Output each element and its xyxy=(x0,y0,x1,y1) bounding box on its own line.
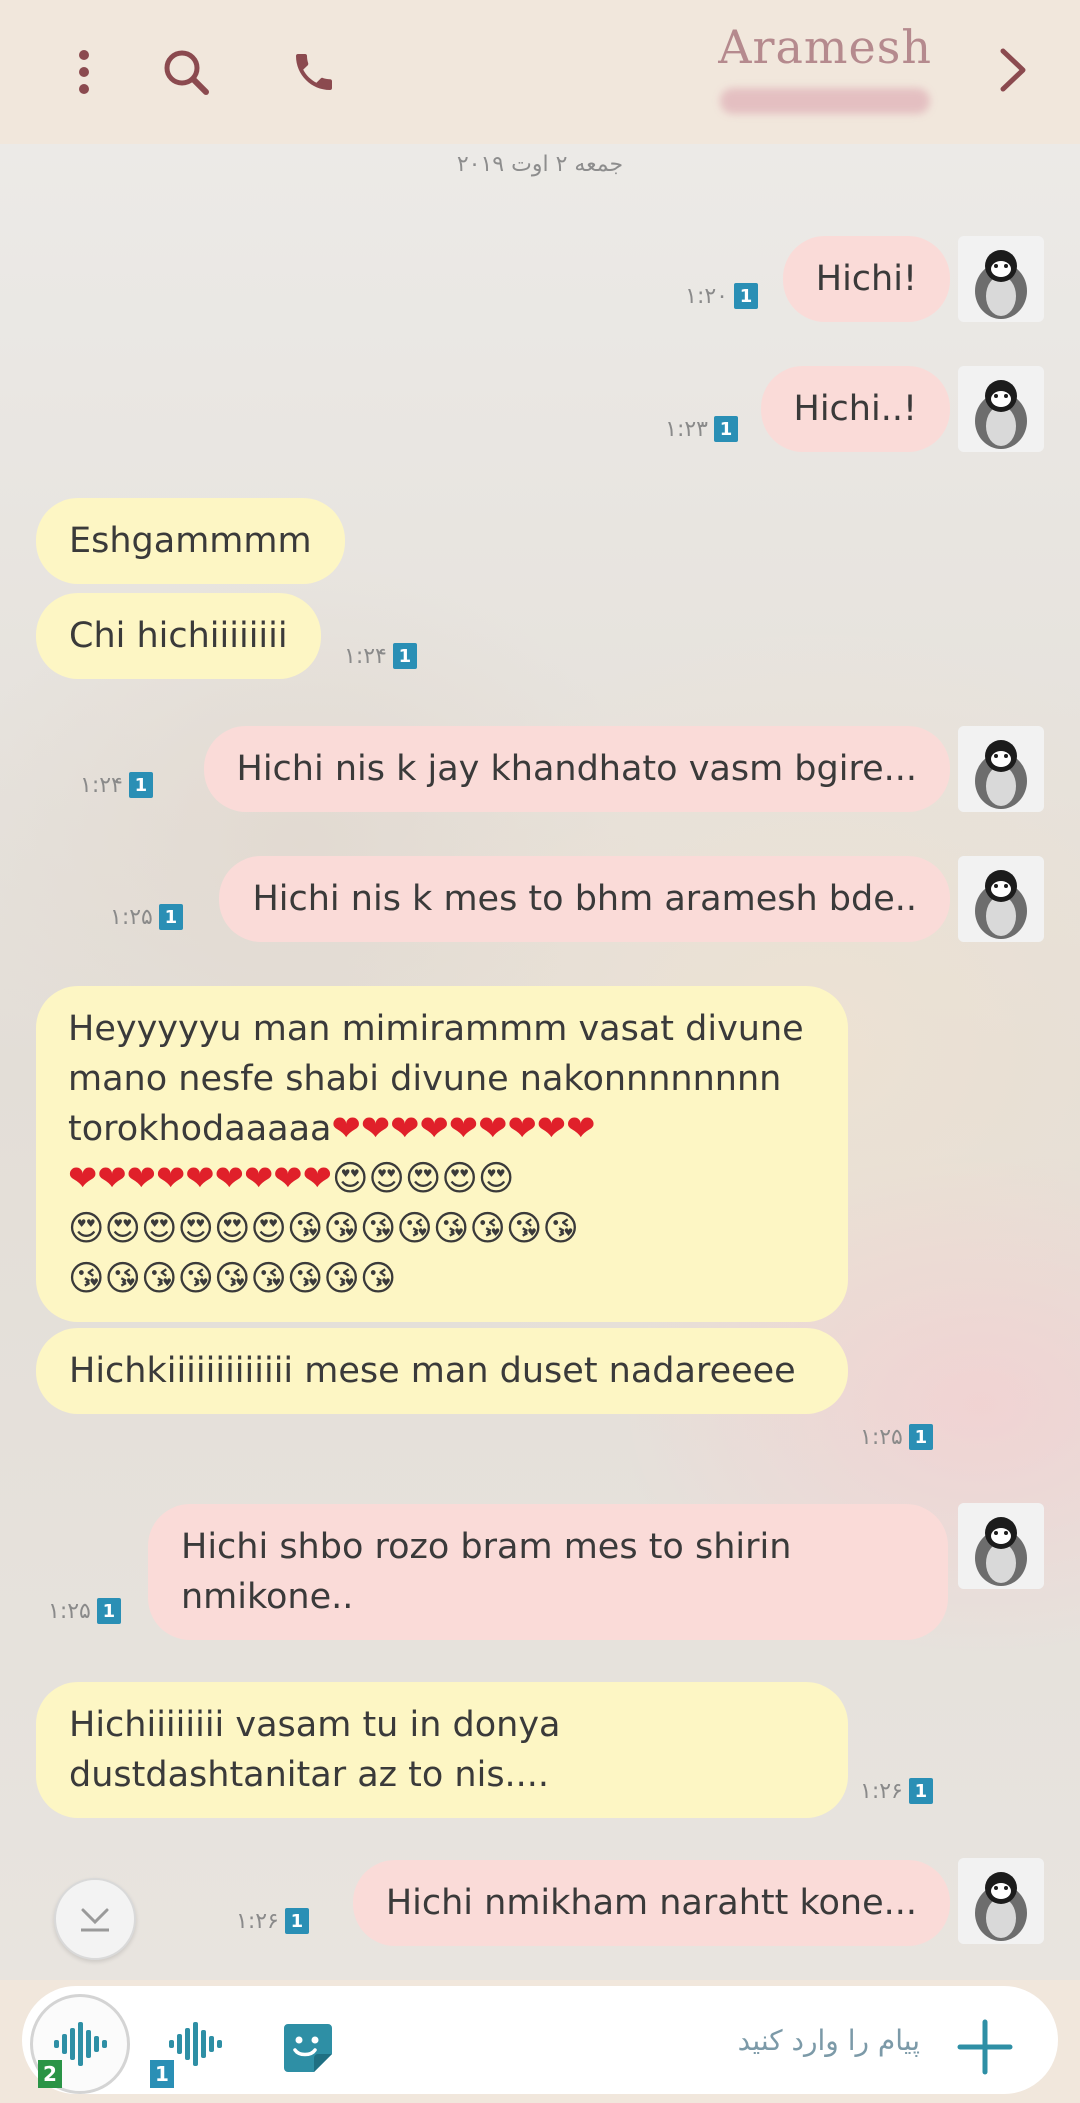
emoji-line: 😍😍😍😍😍😍😘😘😘😘😘😘😘😘 xyxy=(68,1209,579,1249)
message-time: ۱:۲۴ xyxy=(344,643,387,669)
avatar[interactable] xyxy=(958,726,1044,812)
emoji-line: ❤❤❤❤❤❤❤❤❤😍😍😍😍😍 xyxy=(68,1154,816,1204)
outgoing-message-bubble[interactable]: Hichi nis k jay khandhato vasm bgire... xyxy=(203,726,950,812)
emoji-line: 😘😘😘😘😘😘😘😘😘 xyxy=(68,1259,397,1299)
phone-icon xyxy=(296,54,332,90)
heart-eyes-emoji: 😍😍😍😍😍 xyxy=(331,1159,515,1199)
incoming-message-bubble[interactable]: Hichiiiiiiii vasam tu in donya dustdasht… xyxy=(36,1682,848,1818)
contact-status-blurred xyxy=(720,88,930,114)
penguin-avatar-icon xyxy=(958,856,1044,942)
contact-name[interactable]: Aramesh xyxy=(718,20,932,74)
outgoing-message-bubble[interactable]: Hichi nmikham narahtt kone... xyxy=(352,1860,950,1946)
unread-count-badge: 1 xyxy=(714,416,738,442)
message-time: ۱:۲۰ xyxy=(685,283,728,309)
more-vertical-icon xyxy=(79,50,89,94)
plus-icon xyxy=(957,2019,1013,2075)
sticker-icon xyxy=(284,2024,332,2072)
avatar[interactable] xyxy=(958,1503,1044,1589)
unread-count-badge: 1 xyxy=(96,1598,121,1624)
message-time: ۱:۲۶ xyxy=(236,1908,279,1934)
message-meta: ۱:۲۵ 1 xyxy=(48,1598,121,1624)
search-icon xyxy=(164,50,209,95)
unread-count-badge: 1 xyxy=(908,1424,933,1450)
incoming-message-bubble[interactable]: Heyyyyyu man mimirammm vasat divune mano… xyxy=(36,986,848,1322)
date-separator: جمعه ۲ اوت ۲۰۱۹ xyxy=(456,152,624,177)
avatar[interactable] xyxy=(958,236,1044,322)
chevron-down-icon xyxy=(81,1908,109,1932)
incoming-message-bubble[interactable]: Hichkiiiiiiiiiiiii mese man duset nadare… xyxy=(36,1328,848,1414)
sound-wave-icon xyxy=(169,2022,222,2066)
penguin-avatar-icon xyxy=(958,726,1044,812)
more-options-button[interactable] xyxy=(62,42,106,102)
message-time: ۱:۲۵ xyxy=(860,1424,903,1450)
unread-count-badge: 1 xyxy=(734,283,758,309)
message-time: ۱:۲۵ xyxy=(48,1598,91,1624)
message-meta: ۱:۲۴ 1 xyxy=(344,643,417,669)
unread-count-badge: 1 xyxy=(284,1908,309,1934)
unread-count-badge: 1 xyxy=(392,643,417,669)
penguin-avatar-icon xyxy=(958,1858,1044,1944)
message-time: ۱:۲۶ xyxy=(860,1778,903,1804)
outgoing-message-bubble[interactable]: Hichi nis k mes to bhm aramesh bde.. xyxy=(219,856,950,942)
incoming-message-bubble[interactable]: Eshgammmm xyxy=(36,498,345,584)
message-text-line: torokhodaaaaa❤❤❤❤❤❤❤❤❤ xyxy=(68,1109,596,1149)
unread-count-badge: 1 xyxy=(128,772,153,798)
message-meta: ۱:۲۶ 1 xyxy=(236,1908,309,1934)
avatar[interactable] xyxy=(958,366,1044,452)
message-time: ۱:۲۴ xyxy=(80,772,123,798)
search-button[interactable] xyxy=(158,42,214,102)
outgoing-message-bubble[interactable]: Hichi..! xyxy=(760,366,950,452)
penguin-avatar-icon xyxy=(958,1503,1044,1589)
chat-header: Aramesh xyxy=(0,0,1080,144)
message-meta: ۱:۲۵ 1 xyxy=(860,1424,933,1450)
unread-count-badge: 1 xyxy=(908,1778,933,1804)
incoming-message-bubble[interactable]: Chi hichiiiiiiii xyxy=(36,593,321,679)
penguin-avatar-icon xyxy=(958,236,1044,322)
message-meta: ۱:۲۶ 1 xyxy=(860,1778,933,1804)
call-button[interactable] xyxy=(286,42,342,102)
unread-count-badge: 1 xyxy=(158,904,183,930)
message-time: ۱:۲۵ xyxy=(110,904,153,930)
message-meta: ۱:۲۵ 1 xyxy=(110,904,183,930)
add-attachment-button[interactable] xyxy=(956,2018,1014,2076)
chevron-right-icon xyxy=(1000,48,1026,92)
back-button[interactable] xyxy=(990,40,1036,100)
scroll-to-bottom-button[interactable] xyxy=(54,1878,136,1960)
heart-emoji: ❤❤❤❤❤❤❤❤❤ xyxy=(68,1159,332,1199)
avatar[interactable] xyxy=(958,856,1044,942)
message-input[interactable]: پیام را وارد کنید xyxy=(738,2024,920,2057)
outgoing-message-bubble[interactable]: Hichi shbo rozo bram mes to shirin nmiko… xyxy=(148,1504,948,1640)
message-time: ۱:۲۳ xyxy=(665,416,708,442)
outgoing-message-bubble[interactable]: Hichi! xyxy=(782,236,950,322)
message-meta: ۱:۲۰ 1 xyxy=(685,283,758,309)
message-meta: ۱:۲۴ 1 xyxy=(80,772,153,798)
avatar[interactable] xyxy=(958,1858,1044,1944)
message-meta: ۱:۲۳ 1 xyxy=(665,416,738,442)
message-text-line: Heyyyyyu man mimirammm vasat divune xyxy=(68,1009,804,1049)
voice-count-badge: 2 xyxy=(38,2060,62,2088)
sticker-button[interactable] xyxy=(280,2020,334,2074)
penguin-avatar-icon xyxy=(958,366,1044,452)
voice-count-badge: 1 xyxy=(150,2060,174,2088)
message-text-line: mano nesfe shabi divune nakonnnnnnnn xyxy=(68,1059,782,1099)
heart-emoji: ❤❤❤❤❤❤❤❤❤ xyxy=(331,1109,596,1149)
